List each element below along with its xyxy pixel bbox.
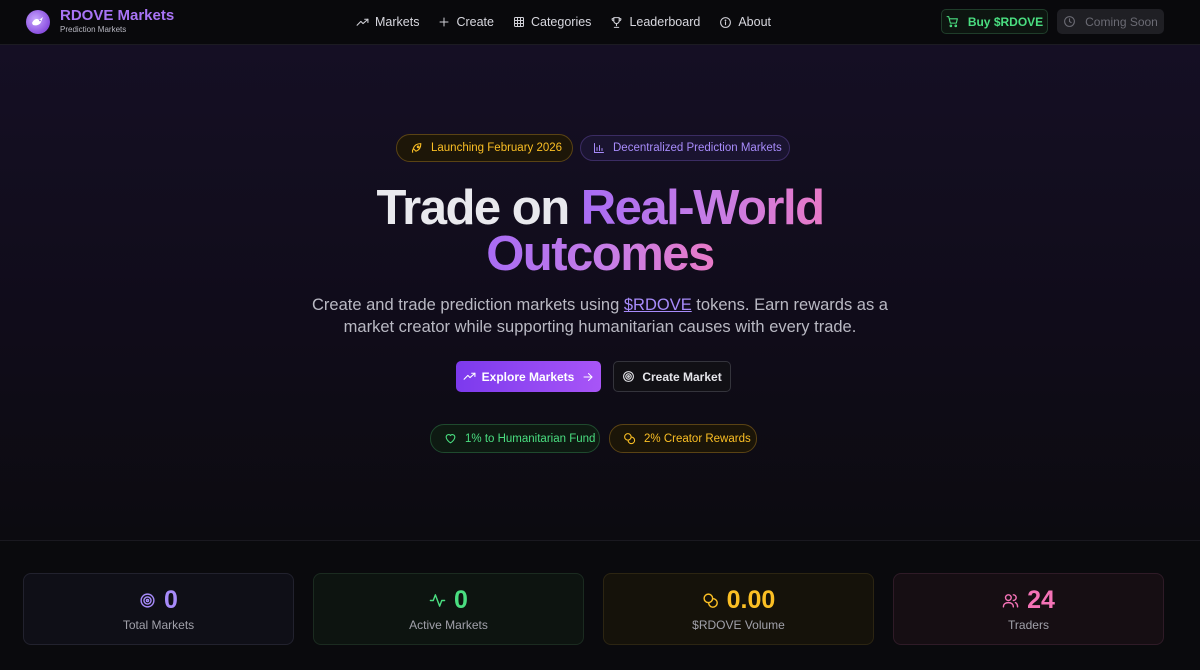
stat-value: 24 xyxy=(1027,586,1055,614)
hero-section: Launching February 2026 Decentralized Pr… xyxy=(0,45,1200,540)
coins-icon xyxy=(623,432,636,445)
info-icon xyxy=(719,16,732,29)
bar-chart-icon xyxy=(593,142,605,154)
buy-rdove-label: Buy $RDOVE xyxy=(967,14,1044,29)
stat-label: Traders xyxy=(1008,618,1049,632)
stat-value: 0 xyxy=(164,586,178,614)
brand-subtitle: Prediction Markets xyxy=(60,25,127,34)
humanitarian-fund-badge: 1% to Humanitarian Fund xyxy=(430,424,600,453)
stat-card-total-markets: 0 Total Markets xyxy=(23,573,294,645)
nav-item-create[interactable]: Create xyxy=(438,15,494,29)
stat-card-volume: 0.00 $RDOVE Volume xyxy=(603,573,874,645)
users-icon xyxy=(1002,592,1019,609)
top-navbar: RDOVE Markets Prediction Markets Markets… xyxy=(0,0,1200,45)
headline-accent-2: Outcomes xyxy=(486,227,715,281)
rocket-icon xyxy=(410,142,423,155)
stat-value: 0.00 xyxy=(726,586,776,614)
stat-card-active-markets: 0 Active Markets xyxy=(313,573,584,645)
nav-item-label: About xyxy=(738,15,772,29)
stat-label: $RDOVE Volume xyxy=(692,618,785,632)
trending-up-icon xyxy=(463,370,476,383)
explore-markets-label: Explore Markets xyxy=(481,369,575,384)
coming-soon-button[interactable]: Coming Soon xyxy=(1057,9,1164,34)
nav-item-label: Markets xyxy=(375,15,420,29)
create-market-label: Create Market xyxy=(642,369,722,384)
nav-item-label: Categories xyxy=(530,15,592,29)
coins-icon xyxy=(702,592,719,609)
headline-line-1: Trade on Real-World xyxy=(0,184,1200,233)
nav-links: Markets Create Categories Leaderboard Ab… xyxy=(356,0,790,44)
arrow-right-icon xyxy=(582,371,594,383)
humanitarian-fund-text: 1% to Humanitarian Fund xyxy=(465,432,596,445)
rdove-token-link[interactable]: $RDOVE xyxy=(624,296,692,314)
plus-icon xyxy=(438,16,450,28)
launch-badge-text: Launching February 2026 xyxy=(431,142,563,154)
target-icon xyxy=(139,592,156,609)
clock-icon xyxy=(1063,15,1076,28)
dpm-badge: Decentralized Prediction Markets xyxy=(580,135,790,161)
stat-label: Total Markets xyxy=(122,618,195,632)
creator-rewards-text: 2% Creator Rewards xyxy=(644,432,751,445)
dove-logo-icon xyxy=(26,9,50,34)
activity-icon xyxy=(429,592,446,609)
coming-soon-label: Coming Soon xyxy=(1085,14,1158,29)
nav-item-about[interactable]: About xyxy=(719,15,771,29)
dpm-badge-text: Decentralized Prediction Markets xyxy=(613,142,782,154)
stats-section: 0 Total Markets 0 Active Markets 0.00 $R… xyxy=(0,540,1200,670)
headline-line-2: Outcomes xyxy=(0,227,1200,281)
brand-title: RDOVE Markets xyxy=(60,7,175,24)
heart-icon xyxy=(444,432,457,445)
nav-item-label: Create xyxy=(456,15,494,29)
nav-item-markets[interactable]: Markets xyxy=(356,15,419,29)
buy-rdove-button[interactable]: Buy $RDOVE xyxy=(941,9,1048,34)
hero-subtitle: Create and trade prediction markets usin… xyxy=(290,294,910,338)
stat-card-traders: 24 Traders xyxy=(893,573,1164,645)
trending-up-icon xyxy=(356,16,369,29)
create-market-button[interactable]: Create Market xyxy=(613,361,731,392)
stat-label: Active Markets xyxy=(409,618,488,632)
target-icon xyxy=(622,370,635,383)
nav-item-leaderboard[interactable]: Leaderboard xyxy=(610,15,700,29)
subtitle-before: Create and trade prediction markets usin… xyxy=(312,296,624,314)
nav-item-categories[interactable]: Categories xyxy=(513,15,591,29)
explore-markets-button[interactable]: Explore Markets xyxy=(456,361,601,392)
brand[interactable]: RDOVE Markets Prediction Markets xyxy=(26,8,174,35)
cart-icon xyxy=(946,15,959,28)
grid-icon xyxy=(513,16,525,28)
nav-item-label: Leaderboard xyxy=(629,15,701,29)
creator-rewards-badge: 2% Creator Rewards xyxy=(609,424,757,453)
trophy-icon xyxy=(610,16,623,29)
launch-badge: Launching February 2026 xyxy=(396,134,573,162)
stat-value: 0 xyxy=(454,586,468,614)
